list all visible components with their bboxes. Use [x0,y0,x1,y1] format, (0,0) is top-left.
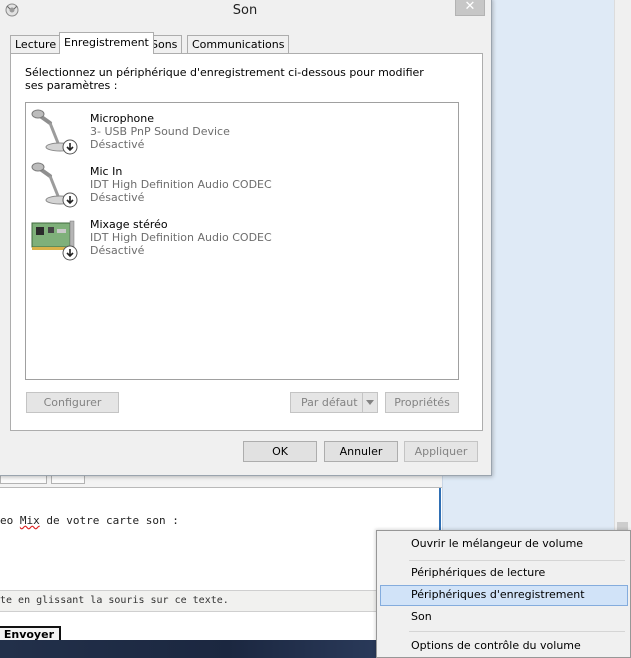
device-item-mic-in[interactable]: Mic In IDT High Definition Audio CODEC D… [30,158,450,208]
tab-communications[interactable]: Communications [187,35,290,53]
properties-button[interactable]: Propriétés [385,392,459,413]
microphone-icon [31,109,78,155]
background-editor-text-start: eo [0,514,20,527]
background-editor-misspelled-word: Mix [19,514,40,527]
menu-separator [409,631,625,632]
menu-item-volume-options[interactable]: Options de contrôle du volume [380,636,628,657]
dialog-title: Son [232,3,258,18]
device-status: Désactivé [90,244,145,257]
tab-enregistrement[interactable]: Enregistrement [59,32,154,54]
close-icon: ✕ [464,0,476,14]
device-name: Mic In [90,165,123,178]
menu-item-playback-devices[interactable]: Périphériques de lecture [380,563,628,584]
menu-item-open-mixer[interactable]: Ouvrir le mélangeur de volume [380,534,628,555]
menu-item-recording-devices[interactable]: Périphériques d'enregistrement [380,585,628,606]
device-description: IDT High Definition Audio CODEC [90,178,272,191]
set-default-label: Par défaut [301,396,358,409]
sound-dialog: Son ✕ Lecture Enregistrement Sons Commun… [0,0,492,476]
device-status: Désactivé [90,191,145,204]
chevron-down-icon[interactable] [362,393,377,412]
device-name: Microphone [90,112,155,125]
background-editor-text: eo Mix de votre carte son : [0,514,179,527]
device-status: Désactivé [90,138,145,151]
device-description: IDT High Definition Audio CODEC [90,231,272,244]
set-default-button[interactable]: Par défaut [290,392,378,413]
background-hint-text: te en glissant la souris sur ce texte. [0,595,229,606]
background-editor-text-end: de votre carte son : [39,514,179,527]
ok-button[interactable]: OK [243,441,317,462]
background-scrollbar[interactable] [614,0,631,540]
device-description: 3- USB PnP Sound Device [90,125,230,138]
instruction-text: Sélectionnez un périphérique d'enregistr… [25,66,424,92]
configure-button[interactable]: Configurer [26,392,119,413]
apply-button[interactable]: Appliquer [404,441,478,462]
background-message-editor[interactable] [0,488,441,590]
menu-separator [409,560,625,561]
volume-context-menu: Ouvrir le mélangeur de volume Périphériq… [376,530,631,658]
device-name: Mixage stéréo [90,218,168,231]
dialog-titlebar[interactable]: Son ✕ [0,0,491,25]
device-item-stereo-mix[interactable]: Mixage stéréo IDT High Definition Audio … [30,211,450,261]
recording-device-list[interactable]: Microphone 3- USB PnP Sound Device Désac… [25,102,459,380]
device-item-microphone[interactable]: Microphone 3- USB PnP Sound Device Désac… [30,105,450,155]
menu-item-sound[interactable]: Son [380,607,628,628]
sound-card-icon [31,220,78,261]
close-button[interactable]: ✕ [455,0,485,16]
taskbar [0,640,380,658]
tab-lecture[interactable]: Lecture [10,35,62,53]
cancel-button[interactable]: Annuler [324,441,398,462]
microphone-icon [31,162,78,208]
